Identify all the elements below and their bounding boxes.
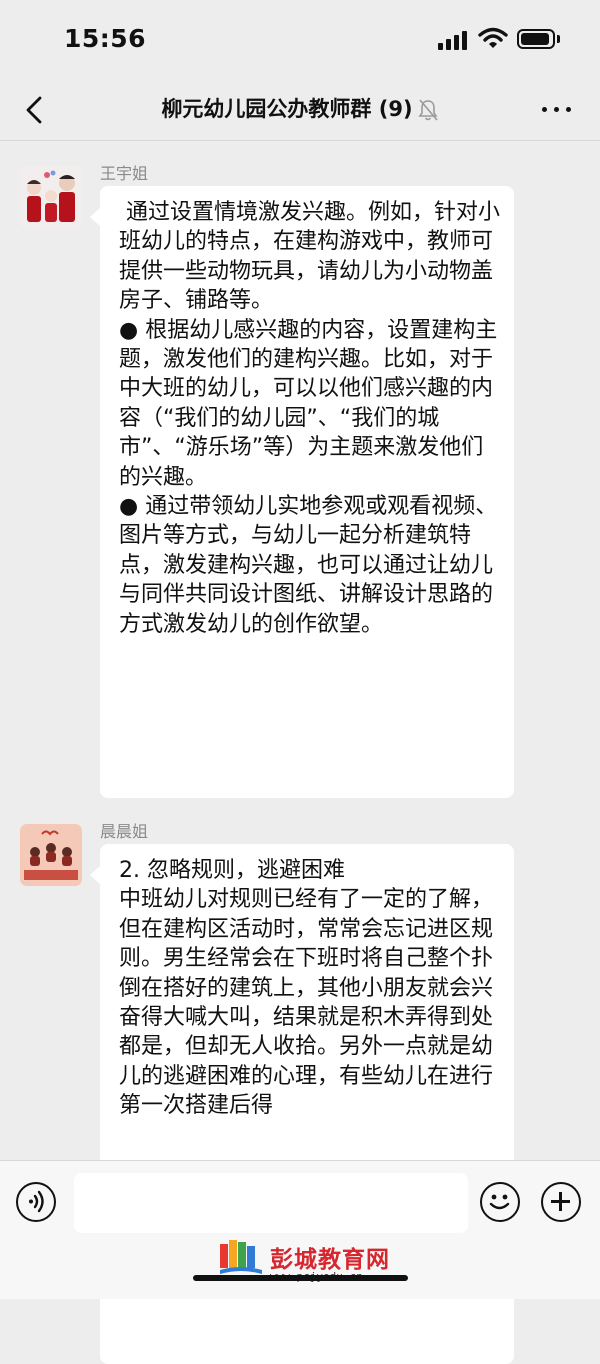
status-time: 15:56: [64, 24, 147, 53]
voice-icon: [29, 1190, 44, 1213]
mute-bell-icon: [418, 99, 438, 121]
watermark-title: 彭城教育网: [270, 1247, 390, 1273]
emoji-button[interactable]: [480, 1182, 520, 1222]
chat-title: 柳元幼儿园公办教师群 (9): [0, 93, 600, 123]
more-actions-plus-icon[interactable]: [541, 1182, 581, 1222]
avatar[interactable]: [20, 166, 82, 228]
sender-name: 晨晨姐: [100, 822, 149, 841]
books-logo-icon: [220, 1240, 262, 1274]
battery-icon: [517, 29, 555, 49]
avatar[interactable]: [20, 824, 82, 886]
message-bubble[interactable]: 通过设置情境激发兴趣。例如，针对小班幼儿的特点，在建构游戏中，教师可提供一些动物…: [90, 186, 514, 798]
wifi-icon: [478, 27, 508, 48]
voice-input-button[interactable]: [16, 1182, 56, 1222]
navigation-bar: 柳元幼儿园公办教师群 (9): [0, 80, 600, 141]
family-avatar-icon: [20, 166, 82, 228]
smiley-icon: [489, 1194, 510, 1210]
home-indicator[interactable]: [193, 1275, 408, 1281]
battery-tip: [557, 35, 560, 43]
chat-title-text: 柳元幼儿园公办教师群 (9): [161, 97, 413, 121]
cellular-signal-icon: [438, 30, 468, 50]
message-input[interactable]: [74, 1173, 468, 1233]
more-options-icon[interactable]: [540, 96, 574, 122]
status-bar: 15:56: [0, 0, 600, 80]
sender-name: 王宇姐: [100, 164, 149, 183]
cartoon-avatar-icon: [20, 824, 82, 886]
